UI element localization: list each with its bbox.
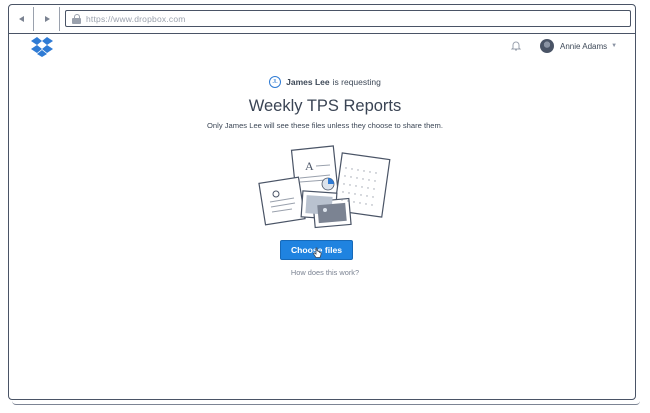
requester-avatar: JL [269,76,282,88]
forward-button[interactable] [35,7,60,31]
lock-icon [72,13,81,24]
dropbox-logo-icon[interactable] [31,37,53,57]
account-menu[interactable]: Annie Adams ▼ [540,38,617,54]
requester-name: James Lee [286,77,330,87]
requesting-text: is requesting [332,77,381,87]
files-illustration: A [258,145,391,229]
chevron-down-icon: ▼ [611,43,618,49]
arrow-left-icon [18,16,24,22]
page-title: Weekly TPS Reports [248,97,402,115]
arrow-right-icon [44,16,50,22]
back-button[interactable] [9,7,34,31]
page-subtitle: Only James Lee will see these files unle… [207,121,443,130]
app-header: Annie Adams ▼ [9,34,635,64]
requester-line: JL James Lee is requesting [0,76,650,88]
account-name: Annie Adams [560,41,608,51]
pointer-cursor-icon [313,247,322,258]
url-text: https://www.dropbox.com [86,13,186,24]
svg-text:A: A [305,159,314,173]
how-does-this-work-link[interactable]: How does this work? [0,268,650,277]
bell-icon[interactable] [511,40,521,51]
avatar [540,39,554,53]
address-bar[interactable]: https://www.dropbox.com [65,10,631,27]
browser-toolbar: https://www.dropbox.com [9,5,635,34]
